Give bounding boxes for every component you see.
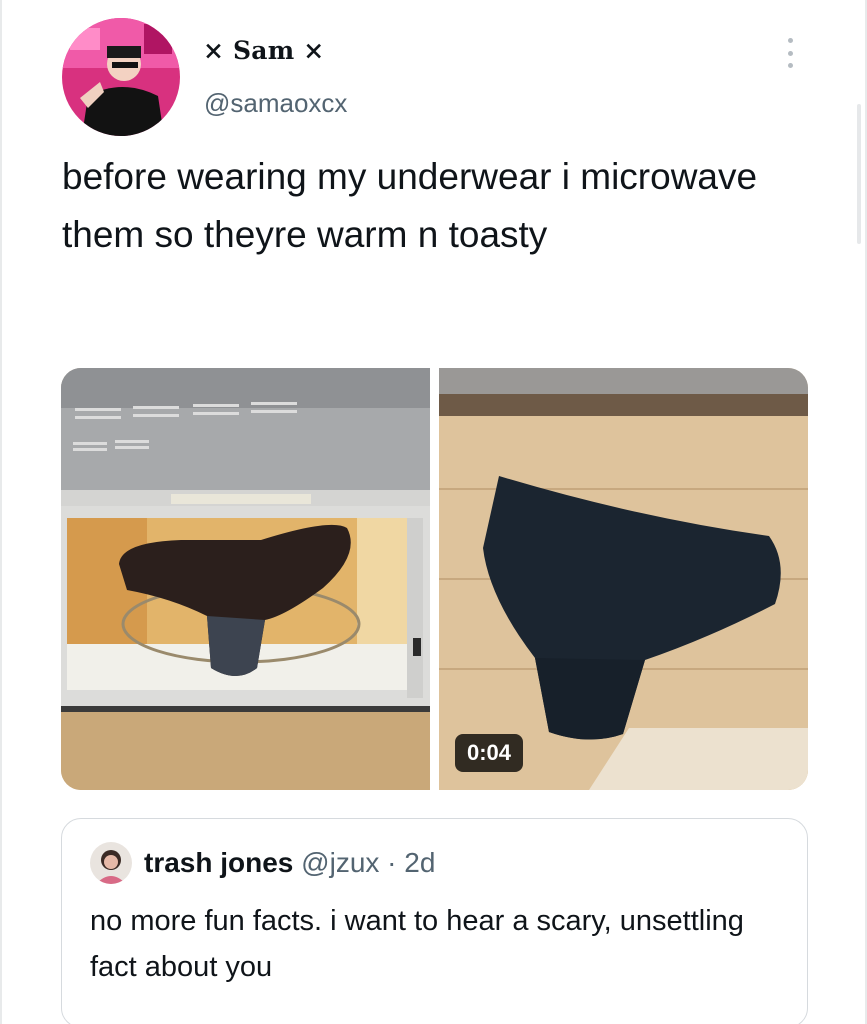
quoted-author-avatar[interactable] [90,842,132,884]
tweet-media[interactable] [61,368,808,790]
video-thumbnail[interactable] [439,368,808,790]
more-dot [787,63,793,68]
quoted-text: no more fun facts. i want to hear a scar… [90,905,744,983]
author-display-name[interactable]: × Sam × [203,36,324,65]
author-avatar[interactable] [62,18,180,136]
quoted-age[interactable]: 2d [404,847,435,878]
microwave-photo[interactable] [61,368,430,790]
quoted-separator: · [379,847,405,878]
page-border-left [0,0,2,1024]
quoted-handle[interactable]: @jzux [301,847,379,878]
scrollbar-thumb[interactable] [857,104,861,244]
author-handle[interactable]: @samaoxcx [204,88,347,119]
more-dot [787,50,793,56]
more-dot [787,38,793,43]
tweet-text: before wearing my underwear i microwave … [62,156,758,255]
more-options-icon[interactable] [782,36,798,70]
video-duration-badge: 0:04 [455,734,524,772]
quoted-header: trash jones @jzux · 2d [144,847,435,879]
quoted-display-name[interactable]: trash jones [144,847,293,878]
